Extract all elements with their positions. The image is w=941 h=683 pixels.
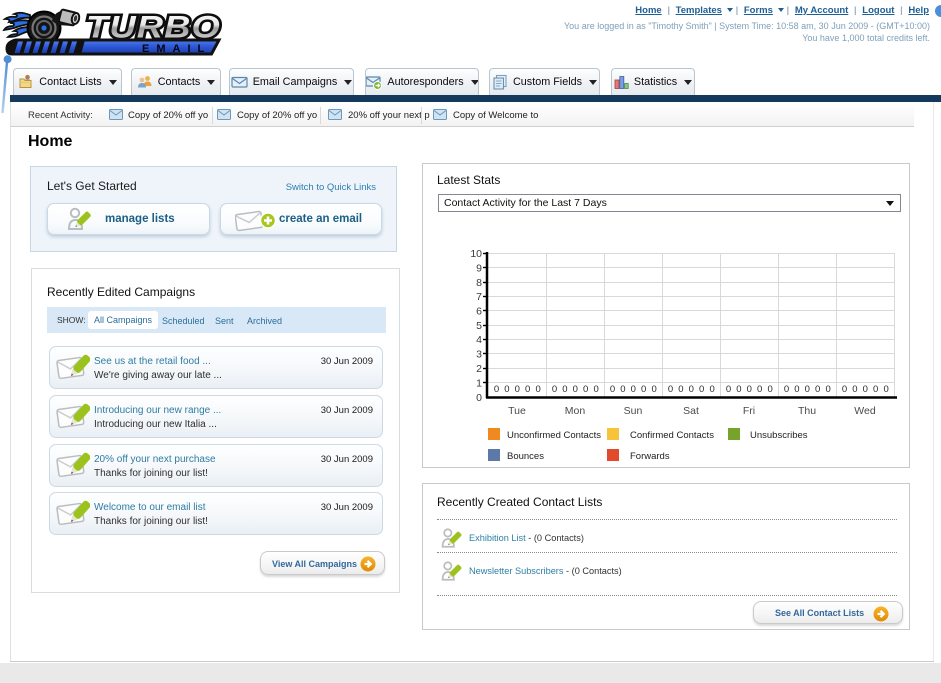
svg-text:0: 0	[476, 392, 482, 404]
svg-text:Forwards: Forwards	[630, 451, 670, 462]
svg-text:0: 0	[678, 384, 683, 395]
svg-text:0: 0	[668, 384, 673, 395]
svg-text:0: 0	[631, 384, 636, 395]
svg-text:0: 0	[494, 384, 499, 395]
svg-text:Unconfirmed Contacts: Unconfirmed Contacts	[507, 430, 601, 441]
svg-text:0: 0	[620, 384, 625, 395]
svg-text:0: 0	[767, 384, 772, 395]
svg-text:0: 0	[747, 384, 752, 395]
svg-text:Sat: Sat	[683, 405, 699, 417]
svg-text:0: 0	[699, 384, 704, 395]
svg-text:Unsubscribes: Unsubscribes	[750, 430, 808, 441]
svg-text:0: 0	[525, 384, 530, 395]
svg-text:0: 0	[641, 384, 646, 395]
svg-text:0: 0	[842, 384, 847, 395]
svg-text:0: 0	[709, 384, 714, 395]
svg-text:0: 0	[805, 384, 810, 395]
svg-text:10: 10	[470, 248, 482, 260]
svg-text:5: 5	[476, 320, 482, 332]
svg-text:Wed: Wed	[854, 405, 876, 417]
svg-text:7: 7	[476, 291, 482, 303]
svg-text:2: 2	[476, 363, 482, 375]
svg-text:0: 0	[651, 384, 656, 395]
svg-text:Thu: Thu	[798, 405, 816, 417]
svg-text:0: 0	[504, 384, 509, 395]
svg-text:Sun: Sun	[624, 405, 643, 417]
svg-text:0: 0	[583, 384, 588, 395]
svg-text:Bounces: Bounces	[507, 451, 544, 462]
svg-text:1: 1	[476, 378, 482, 390]
svg-text:0: 0	[736, 384, 741, 395]
svg-text:0: 0	[515, 384, 520, 395]
svg-text:Tue: Tue	[508, 405, 526, 417]
svg-text:0: 0	[815, 384, 820, 395]
svg-text:0: 0	[863, 384, 868, 395]
svg-text:3: 3	[476, 349, 482, 361]
svg-text:0: 0	[852, 384, 857, 395]
svg-text:0: 0	[535, 384, 540, 395]
svg-text:0: 0	[726, 384, 731, 395]
svg-text:EMAIL: EMAIL	[142, 43, 211, 55]
svg-text:0: 0	[610, 384, 615, 395]
svg-text:4: 4	[476, 334, 482, 346]
svg-text:0: 0	[883, 384, 888, 395]
svg-text:0: 0	[825, 384, 830, 395]
svg-text:Fri: Fri	[743, 405, 755, 417]
svg-text:0: 0	[757, 384, 762, 395]
svg-text:0: 0	[562, 384, 567, 395]
svg-text:0: 0	[794, 384, 799, 395]
svg-text:0: 0	[784, 384, 789, 395]
svg-text:8: 8	[476, 277, 482, 289]
svg-text:0: 0	[593, 384, 598, 395]
svg-text:9: 9	[476, 263, 482, 275]
svg-text:6: 6	[476, 306, 482, 318]
svg-text:0: 0	[573, 384, 578, 395]
svg-text:0: 0	[552, 384, 557, 395]
svg-text:Mon: Mon	[565, 405, 586, 417]
svg-text:Confirmed Contacts: Confirmed Contacts	[630, 430, 714, 441]
svg-text:0: 0	[689, 384, 694, 395]
svg-text:0: 0	[873, 384, 878, 395]
